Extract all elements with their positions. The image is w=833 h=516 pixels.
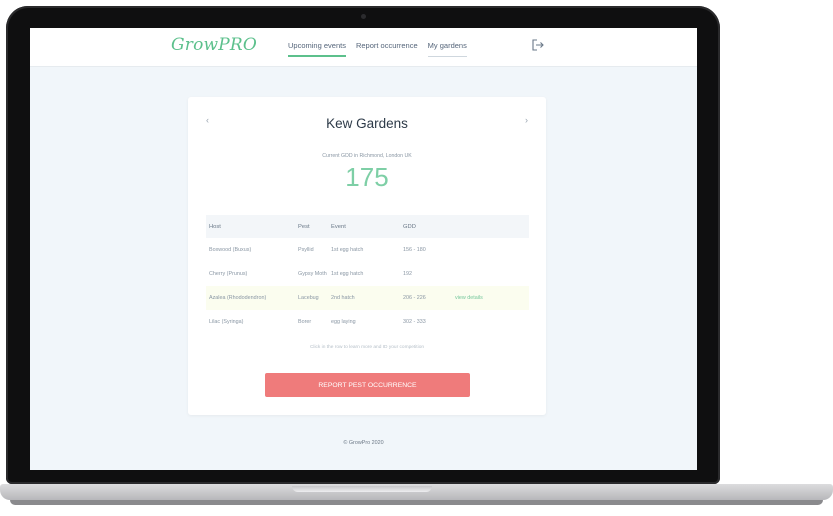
cell-gdd: 156 - 180 bbox=[403, 247, 426, 253]
cell-host: Cherry (Prunus) bbox=[209, 271, 248, 277]
header-host: Host bbox=[209, 223, 221, 230]
cell-event: 1st egg hatch bbox=[331, 271, 364, 277]
table-row-highlighted[interactable]: Azalea (Rhododendron) Lacebug 2nd hatch … bbox=[206, 286, 529, 310]
product-mockup: GrowPRO Upcoming events Report occurrenc… bbox=[0, 0, 833, 516]
cell-gdd: 302 - 333 bbox=[403, 319, 426, 325]
cell-pest: Lacebug bbox=[298, 295, 319, 301]
cell-event: 1st egg hatch bbox=[331, 247, 364, 253]
header-gdd: GDD bbox=[403, 223, 416, 230]
report-pest-button[interactable]: REPORT PEST OCCURRENCE bbox=[265, 373, 470, 397]
cell-event: egg laying bbox=[331, 319, 356, 325]
logout-icon[interactable] bbox=[531, 38, 545, 52]
laptop-base-shadow bbox=[10, 500, 823, 505]
table-row[interactable]: Lilac (Syringa) Borer egg laying 302 - 3… bbox=[206, 310, 529, 334]
header-event: Event bbox=[331, 223, 346, 230]
nav-upcoming-events[interactable]: Upcoming events bbox=[288, 41, 346, 59]
garden-title: Kew Gardens bbox=[326, 116, 408, 131]
cell-gdd: 206 - 226 bbox=[403, 295, 426, 301]
camera-icon bbox=[361, 14, 366, 19]
nav-report-occurrence[interactable]: Report occurrence bbox=[356, 41, 418, 59]
laptop-lid: GrowPRO Upcoming events Report occurrenc… bbox=[6, 6, 720, 484]
nav-my-gardens[interactable]: My gardens bbox=[427, 41, 468, 59]
cell-host: Lilac (Syringa) bbox=[209, 319, 244, 325]
app-screen: GrowPRO Upcoming events Report occurrenc… bbox=[30, 28, 697, 470]
gdd-value: 175 bbox=[345, 162, 389, 192]
garden-card: ‹ › Kew Gardens Current GDD in Richmond,… bbox=[188, 97, 546, 415]
cell-gdd: 192 bbox=[403, 271, 412, 277]
navbar: GrowPRO Upcoming events Report occurrenc… bbox=[30, 28, 697, 67]
table-hint: Click in the row to learn more and ID yo… bbox=[309, 345, 425, 350]
table-header-row: Host Pest Event GDD bbox=[206, 215, 529, 238]
table-row[interactable]: Cherry (Prunus) Gypsy Moth 1st egg hatch… bbox=[206, 262, 529, 286]
pest-table: Host Pest Event GDD Boxwood (Buxus) Psyl… bbox=[206, 215, 529, 334]
cell-pest: Gypsy Moth bbox=[298, 271, 327, 277]
gdd-caption: Current GDD in Richmond, London UK bbox=[322, 153, 412, 159]
nav-links: Upcoming events Report occurrence My gar… bbox=[288, 41, 468, 59]
logo[interactable]: GrowPRO bbox=[171, 35, 257, 55]
cell-pest: Borer bbox=[298, 319, 312, 325]
cell-host: Boxwood (Buxus) bbox=[209, 247, 252, 253]
cell-event: 2nd hatch bbox=[331, 295, 355, 301]
cell-host: Azalea (Rhododendron) bbox=[209, 295, 267, 301]
view-details-link[interactable]: view details bbox=[455, 295, 525, 301]
laptop-notch bbox=[292, 486, 432, 492]
footer-copyright: © GrowPro 2020 bbox=[343, 440, 384, 446]
table-row[interactable]: Boxwood (Buxus) Psyllid 1st egg hatch 15… bbox=[206, 238, 529, 262]
cell-pest: Psyllid bbox=[298, 247, 314, 253]
header-pest: Pest bbox=[298, 223, 310, 230]
